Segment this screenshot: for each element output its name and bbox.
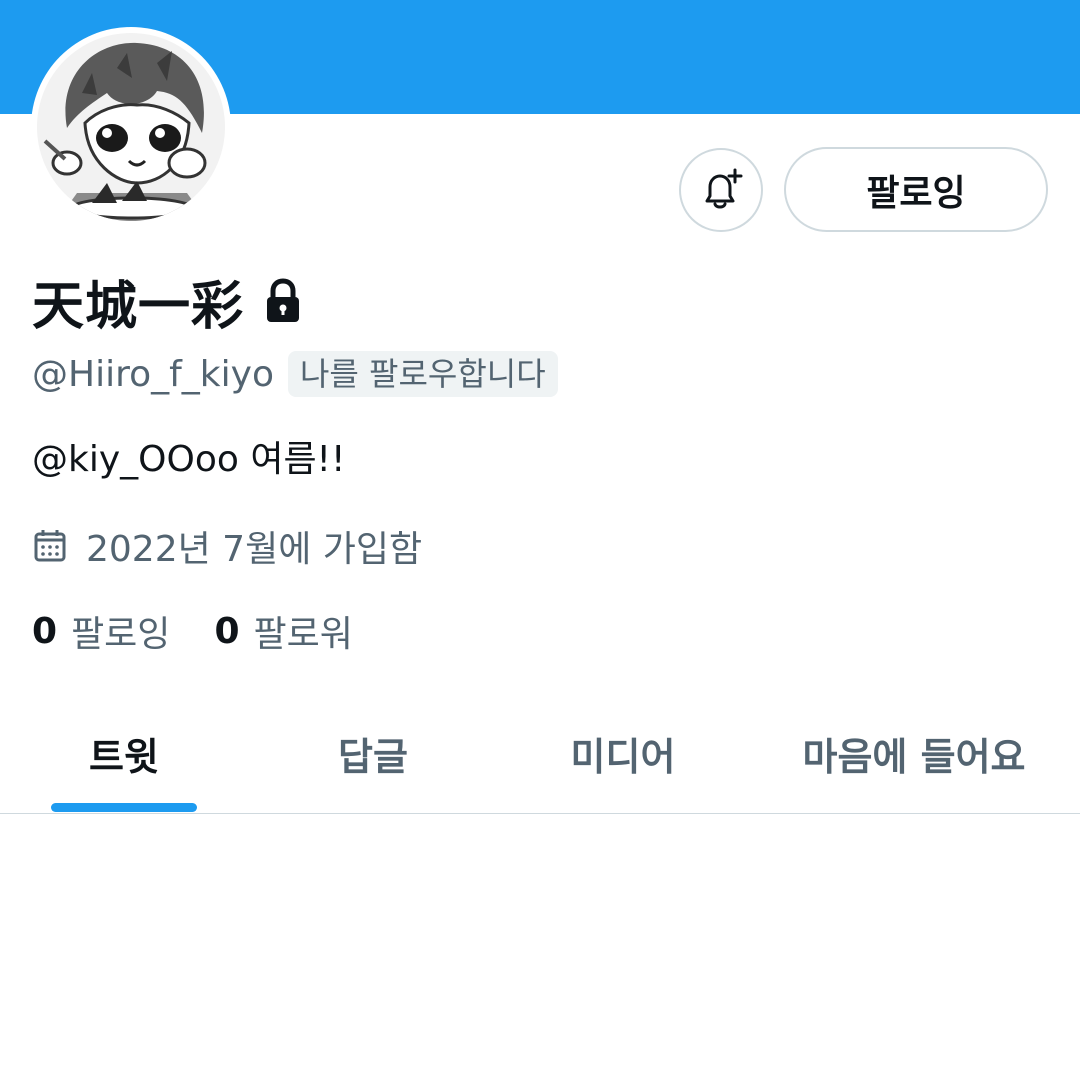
profile-tabs: 트윗 답글 미디어 마음에 들어요 [0, 694, 1080, 814]
followers-stat[interactable]: 0 팔로워 [214, 605, 352, 657]
followers-count: 0 [214, 610, 240, 652]
tab-replies[interactable]: 답글 [248, 694, 498, 813]
notifications-button[interactable] [679, 148, 763, 232]
active-tab-indicator [51, 803, 197, 812]
user-handle: @Hiiro_f_kiyo [32, 353, 274, 395]
bell-plus-icon [705, 168, 743, 209]
lock-icon [264, 278, 302, 324]
profile-avatar[interactable] [31, 27, 231, 227]
follow-stats: 0 팔로잉 0 팔로워 [32, 604, 397, 658]
calendar-icon [34, 530, 66, 562]
display-name-row: 天城一彩 [32, 266, 302, 337]
tab-tweets[interactable]: 트윗 [0, 694, 248, 813]
joined-date-text: 2022년 7월에 가입함 [86, 529, 423, 570]
follows-you-badge: 나를 팔로우합니다 [287, 351, 558, 397]
profile-bio: @kiy_OOoo 여름!! [32, 439, 346, 480]
following-button[interactable]: 팔로잉 [784, 147, 1048, 232]
followers-label: 팔로워 [253, 614, 353, 655]
handle-row: @Hiiro_f_kiyo 나를 팔로우합니다 [32, 348, 558, 400]
following-label: 팔로잉 [71, 614, 171, 655]
display-name: 天城一彩 [32, 276, 245, 337]
following-stat[interactable]: 0 팔로잉 [32, 605, 170, 657]
tab-likes[interactable]: 마음에 들어요 [748, 694, 1080, 813]
tab-media[interactable]: 미디어 [498, 694, 748, 813]
joined-date-row: 2022년 7월에 가입함 [32, 520, 422, 572]
avatar-illustration [37, 33, 225, 221]
following-count: 0 [32, 610, 58, 652]
